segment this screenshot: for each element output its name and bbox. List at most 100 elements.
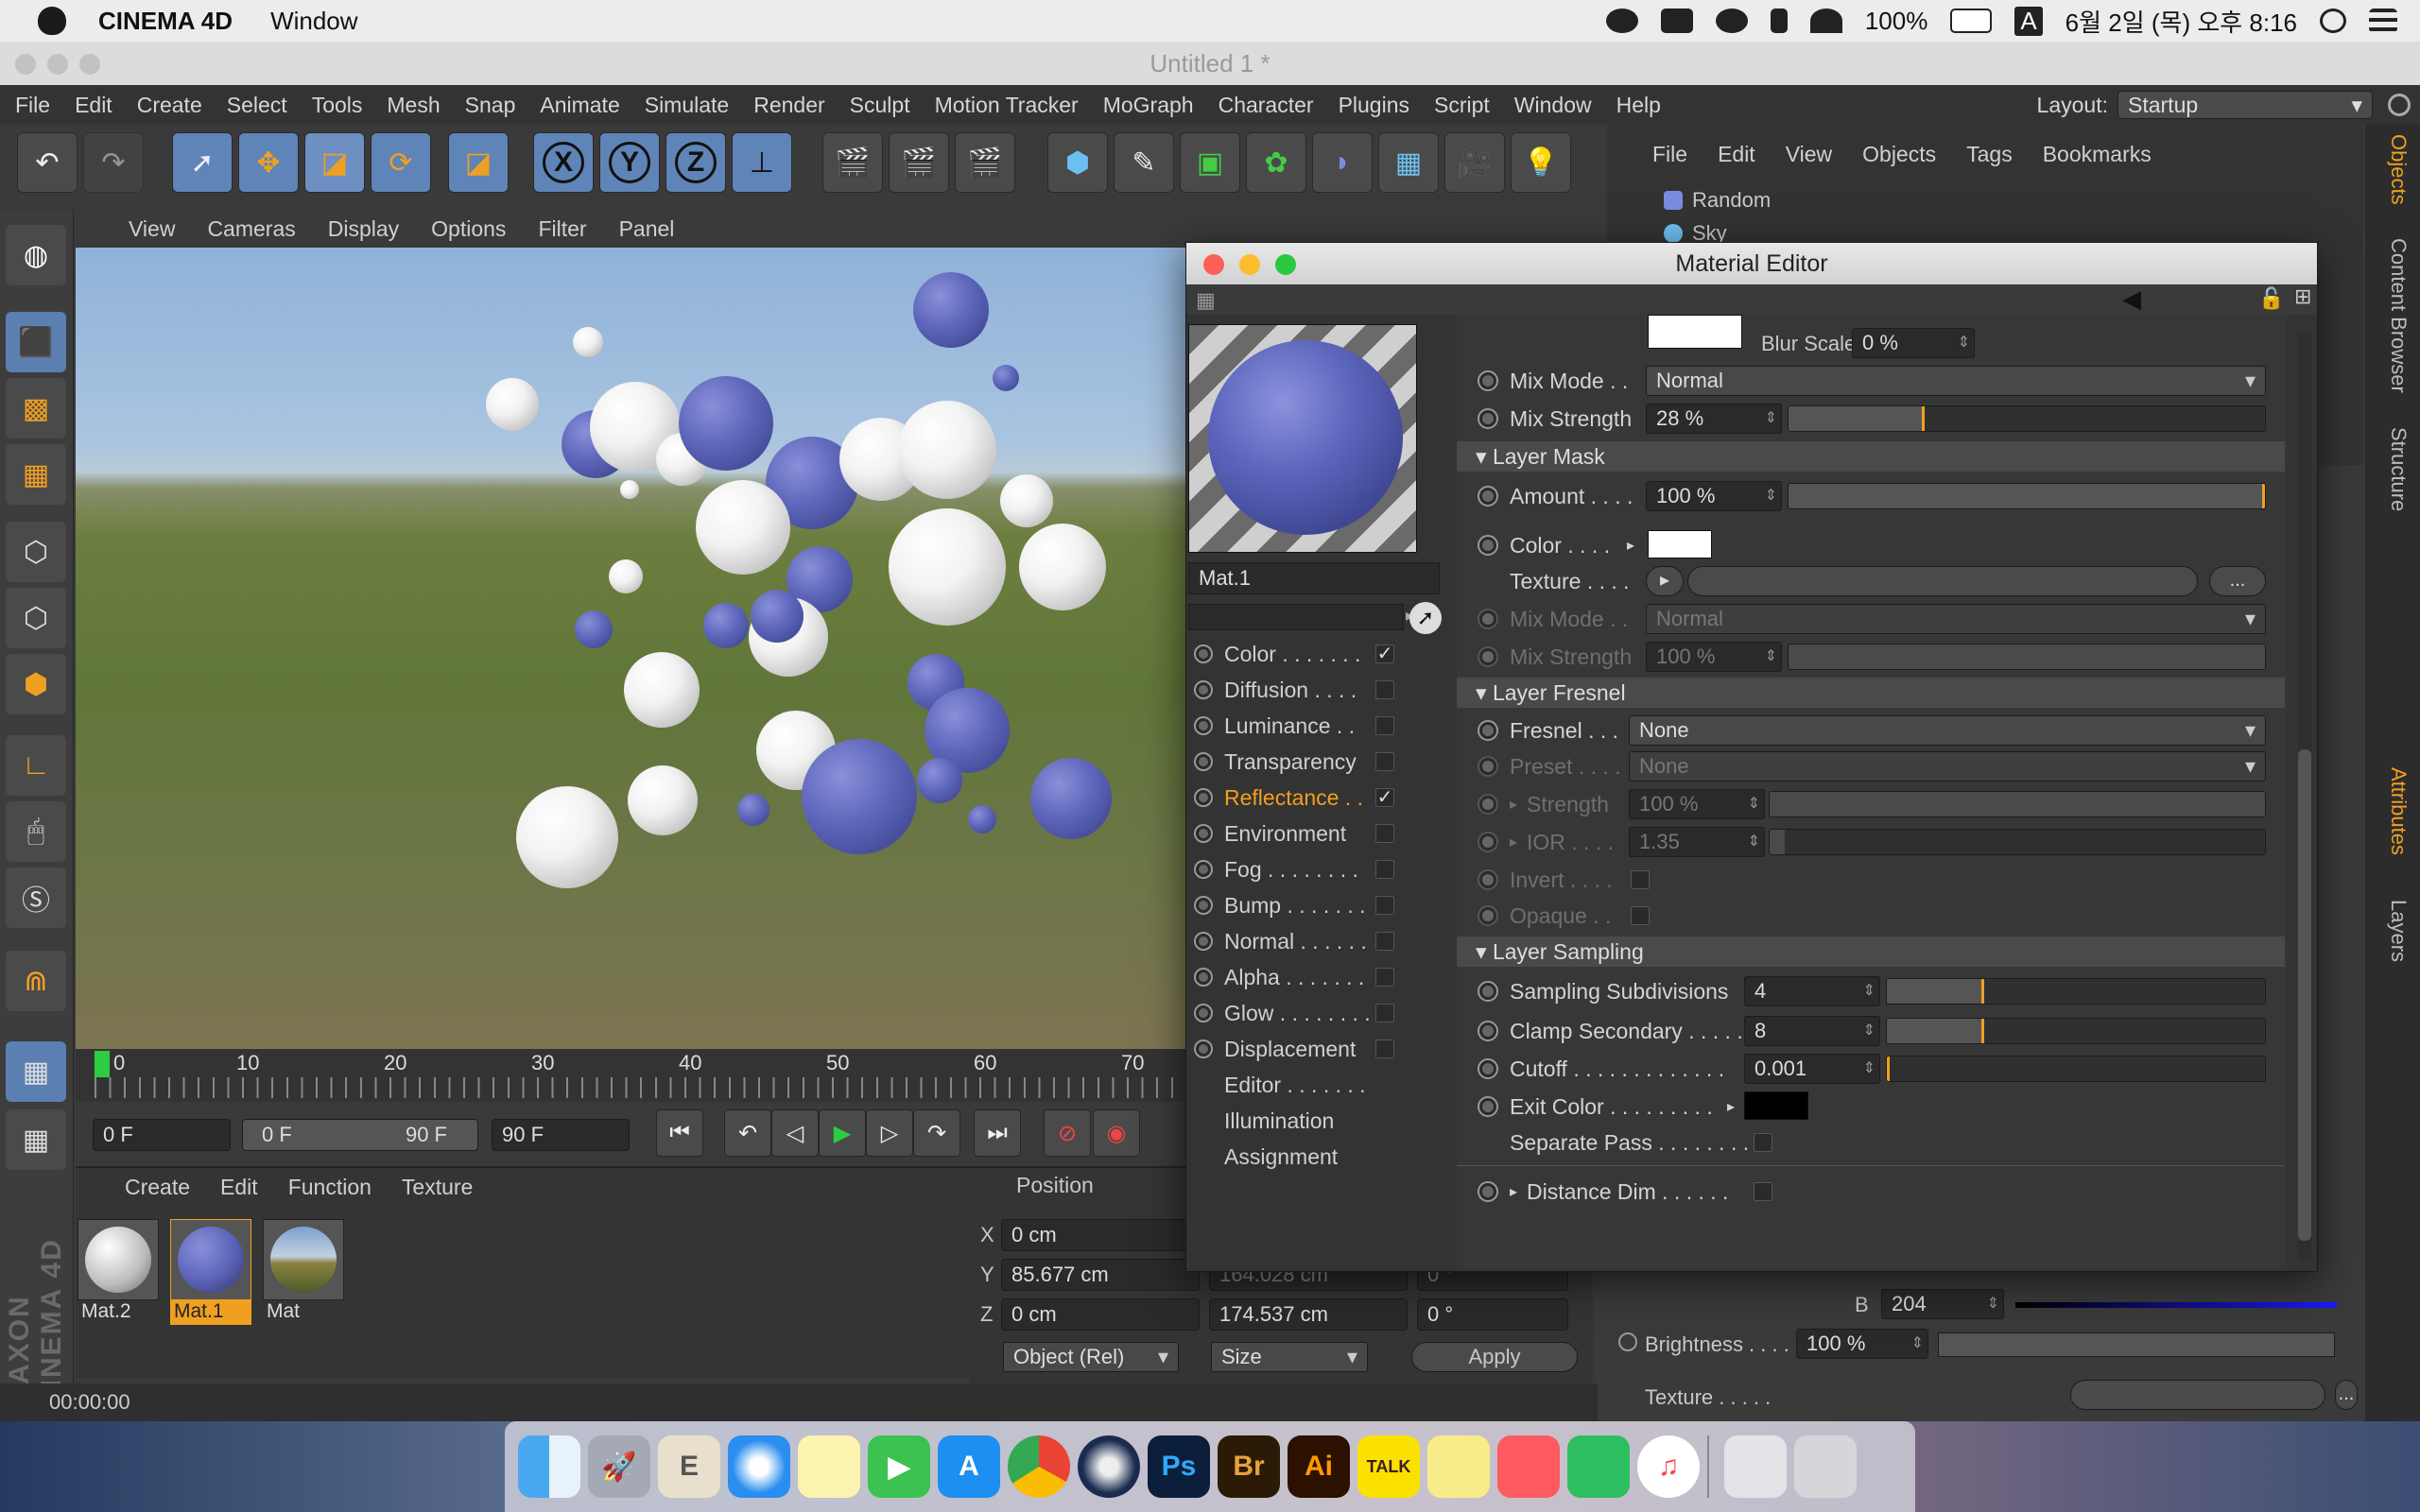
- downloads-icon[interactable]: [1724, 1435, 1787, 1498]
- brightness-radio[interactable]: [1618, 1332, 1637, 1351]
- 3d-viewport[interactable]: [76, 248, 1191, 1049]
- prop-radio[interactable]: [1478, 1096, 1498, 1117]
- channel-checkbox[interactable]: [1375, 1004, 1394, 1022]
- trash-icon[interactable]: [1794, 1435, 1857, 1498]
- cutoff-field[interactable]: 0.001: [1744, 1054, 1880, 1084]
- coord-mode-select[interactable]: Object (Rel): [1003, 1342, 1179, 1372]
- stickies-icon[interactable]: [1427, 1435, 1490, 1498]
- attr-texture-field[interactable]: [2070, 1380, 2325, 1410]
- tab-layers[interactable]: Layers: [2373, 900, 2411, 962]
- menu-motion-tracker[interactable]: Motion Tracker: [935, 93, 1079, 118]
- channel-checkbox[interactable]: [1375, 716, 1394, 735]
- coord-size-select[interactable]: Size: [1211, 1342, 1368, 1372]
- channel-radio[interactable]: [1194, 788, 1213, 807]
- prop-radio[interactable]: [1478, 1058, 1498, 1079]
- ior-field[interactable]: 1.35: [1629, 827, 1765, 857]
- menu-file[interactable]: File: [15, 93, 50, 118]
- scrollbar-thumb[interactable]: [2298, 749, 2311, 1241]
- rotation-b-field[interactable]: 0 °: [1417, 1298, 1568, 1331]
- prop-radio[interactable]: [1478, 646, 1498, 667]
- distance-dim-checkbox[interactable]: [1754, 1182, 1772, 1201]
- position-x-field[interactable]: 0 cm: [1001, 1219, 1200, 1251]
- autokey-icon[interactable]: ◉: [1093, 1109, 1140, 1157]
- snap-icon[interactable]: ⋒: [6, 951, 66, 1011]
- menu-edit[interactable]: Edit: [75, 93, 112, 118]
- mix-strength2-slider[interactable]: [1788, 644, 2266, 670]
- notes-icon[interactable]: [798, 1435, 860, 1498]
- next-key-icon[interactable]: ↷: [913, 1109, 960, 1157]
- lock-icon[interactable]: 🔓: [2258, 286, 2284, 311]
- rotate-icon[interactable]: ⟳: [371, 132, 431, 193]
- notification-center-icon[interactable]: [2369, 9, 2397, 33]
- menu-animate[interactable]: Animate: [540, 93, 619, 118]
- om-menu-view[interactable]: View: [1786, 142, 1832, 167]
- channel-luminance[interactable]: Luminance . .: [1186, 710, 1413, 742]
- position-z-field[interactable]: 0 cm: [1001, 1298, 1200, 1331]
- vp-menu-display[interactable]: Display: [328, 216, 399, 242]
- menu-select[interactable]: Select: [227, 93, 287, 118]
- edges-mode-icon[interactable]: ⬡: [6, 588, 66, 648]
- clamp-secondary-slider[interactable]: [1886, 1018, 2266, 1044]
- live-selection-icon[interactable]: ➚: [172, 132, 233, 193]
- om-menu-bookmarks[interactable]: Bookmarks: [2043, 142, 2152, 167]
- blur-scale-field[interactable]: 0 %: [1852, 328, 1975, 358]
- mix-strength-field[interactable]: 28 %: [1646, 404, 1782, 434]
- editor-close-button[interactable]: [1203, 254, 1224, 275]
- om-menu-tags[interactable]: Tags: [1966, 142, 2013, 167]
- om-menu-file[interactable]: File: [1652, 142, 1687, 167]
- menu-tools[interactable]: Tools: [312, 93, 363, 118]
- object-row[interactable]: Random: [1626, 183, 2344, 217]
- material-preview[interactable]: [1188, 324, 1417, 553]
- menu-simulate[interactable]: Simulate: [645, 93, 729, 118]
- menu-create[interactable]: Create: [137, 93, 202, 118]
- menu-plugins[interactable]: Plugins: [1339, 93, 1409, 118]
- illustrator-icon[interactable]: Ai: [1288, 1435, 1350, 1498]
- prop-radio[interactable]: [1478, 832, 1498, 852]
- cinema4d-icon[interactable]: [1078, 1435, 1140, 1498]
- channel-glow[interactable]: Glow . . . . . . . .: [1186, 997, 1413, 1029]
- menu-render[interactable]: Render: [753, 93, 824, 118]
- bridge-icon[interactable]: Br: [1218, 1435, 1280, 1498]
- new-panel-icon[interactable]: ⊞: [2294, 284, 2311, 309]
- menu-script[interactable]: Script: [1434, 93, 1490, 118]
- color-swatch-top[interactable]: [1648, 315, 1742, 349]
- channel-transparency[interactable]: Transparency: [1186, 746, 1413, 778]
- channel-radio[interactable]: [1194, 968, 1213, 987]
- fresnel-select[interactable]: None: [1629, 715, 2266, 746]
- vp-menu-panel[interactable]: Panel: [619, 216, 675, 242]
- subdivision-icon[interactable]: ▣: [1180, 132, 1240, 193]
- texture-more-button[interactable]: ...: [2209, 566, 2266, 596]
- window-menu[interactable]: Window: [270, 7, 357, 36]
- coordinate-system-icon[interactable]: ⊥: [732, 132, 792, 193]
- channel-reflectance[interactable]: Reflectance . . ✓: [1186, 782, 1413, 814]
- next-frame-icon[interactable]: ▷: [866, 1109, 913, 1157]
- channel-color[interactable]: Color . . . . . . . ✓: [1186, 638, 1413, 670]
- current-frame-field[interactable]: 0 F: [93, 1119, 231, 1151]
- strength-field[interactable]: 100 %: [1629, 789, 1765, 819]
- channel-radio[interactable]: [1194, 680, 1213, 699]
- prop-radio[interactable]: [1478, 408, 1498, 429]
- mask-texture-field[interactable]: [1687, 566, 2198, 596]
- expand-triangle-icon[interactable]: ▸: [1727, 1097, 1735, 1116]
- scale-icon[interactable]: ◪: [304, 132, 365, 193]
- clock[interactable]: 6월 2일 (목) 오후 8:16: [2066, 4, 2297, 39]
- layout-select[interactable]: Startup ▾: [2118, 91, 2373, 119]
- make-editable-icon[interactable]: ◍: [6, 225, 66, 285]
- channel-checkbox[interactable]: ✓: [1375, 644, 1394, 663]
- channel-environment[interactable]: Environment: [1186, 817, 1413, 850]
- z-axis-button[interactable]: Z: [666, 132, 726, 193]
- expand-triangle-icon[interactable]: ▸: [1510, 1182, 1517, 1201]
- evernote-icon[interactable]: [1567, 1435, 1630, 1498]
- prop-radio[interactable]: [1478, 1021, 1498, 1041]
- redo-icon[interactable]: ↷: [83, 132, 144, 193]
- channel-radio[interactable]: [1194, 1040, 1213, 1058]
- solo-icon[interactable]: Ⓢ: [6, 868, 66, 928]
- channel-radio[interactable]: [1194, 716, 1213, 735]
- amount-slider[interactable]: [1788, 483, 2266, 509]
- attr-texture-more-button[interactable]: ...: [2335, 1380, 2358, 1410]
- mm-menu-function[interactable]: Function: [288, 1175, 372, 1200]
- move-icon[interactable]: ✥: [238, 132, 299, 193]
- strength-slider[interactable]: [1769, 791, 2266, 817]
- apply-button[interactable]: Apply: [1411, 1342, 1578, 1372]
- channel-bump[interactable]: Bump . . . . . . .: [1186, 889, 1413, 921]
